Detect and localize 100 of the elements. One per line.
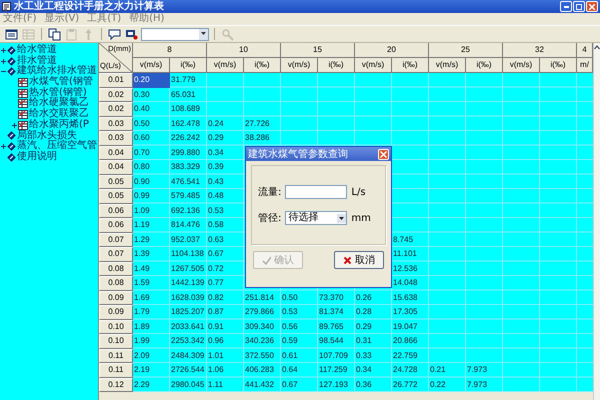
row-header: 0.01 xyxy=(99,73,133,88)
table-cell-text: 24.728 xyxy=(392,364,418,376)
table-cell-text: 0.90 xyxy=(133,176,151,188)
table-cell-text: 0.59 xyxy=(281,335,299,347)
view-button[interactable] xyxy=(4,26,19,42)
column-header: v(m/s) xyxy=(281,58,318,73)
table-cell-text: 0.50 xyxy=(281,292,299,304)
table-cell-text: 1.79 xyxy=(133,306,151,318)
expand-icon[interactable] xyxy=(11,122,18,129)
minimize-button[interactable] xyxy=(560,1,572,12)
vertical-scrollbar[interactable] xyxy=(593,43,600,400)
tree-item[interactable]: 给水聚丙烯(P xyxy=(29,120,89,131)
table-cell-text: 0.31 xyxy=(355,335,373,347)
table-cell-text: 8.745 xyxy=(392,234,414,246)
table-cell-text: 0.36 xyxy=(355,378,373,390)
expand-icon[interactable] xyxy=(0,58,7,65)
row-header: 0.08 xyxy=(99,262,133,276)
table-cell-text: 0.99 xyxy=(133,190,151,202)
table-cell-text: 117.259 xyxy=(318,364,348,376)
copy-button[interactable] xyxy=(47,26,62,42)
row-header: 0.04 xyxy=(99,146,133,160)
expand-icon[interactable] xyxy=(0,143,7,150)
table-cell-text: 0.56 xyxy=(281,320,299,332)
column-header: i(‰) xyxy=(392,58,429,73)
table-cell-text: 0.26 xyxy=(355,292,373,304)
table-cell-text: 0.80 xyxy=(133,161,151,173)
table-cell-text: 279.866 xyxy=(244,306,275,318)
table-cell-text: 299.880 xyxy=(170,146,201,158)
search-icon xyxy=(221,28,234,40)
row-header: 0.09 xyxy=(99,290,133,305)
table-cell-text: 0.67 xyxy=(207,248,225,260)
table-cell-text: 579.485 xyxy=(170,190,201,202)
table-cell-text: 0.30 xyxy=(133,88,151,100)
row-header: 0.03 xyxy=(99,116,133,131)
row-header: 0.02 xyxy=(99,102,133,116)
cancel-button[interactable]: 取消 xyxy=(334,251,384,269)
tree-item[interactable]: 使用说明 xyxy=(17,152,57,163)
book-icon xyxy=(7,152,16,162)
tree-item[interactable]: 水煤气管(钢管 xyxy=(29,77,93,88)
tree-item[interactable]: 蒸汽、压缩空气管 xyxy=(17,141,97,152)
book-icon xyxy=(7,46,16,55)
column-header: 20 xyxy=(355,43,429,58)
input-field[interactable] xyxy=(285,185,348,199)
column-header: i(‰) xyxy=(170,58,207,73)
column-header: 25 xyxy=(429,43,503,58)
row-header: 0.12 xyxy=(99,378,133,392)
copy-icon xyxy=(48,28,61,40)
table-cell-text: 7.973 xyxy=(466,364,488,376)
column-header: 10 xyxy=(207,43,281,58)
column-header: v(m/s) xyxy=(503,58,540,73)
table-cell-text: 0.34 xyxy=(355,364,373,376)
close-button[interactable] xyxy=(586,1,598,12)
table-cell-text: 0.77 xyxy=(207,277,225,289)
app-icon xyxy=(2,2,11,11)
table-cell-text: 0.21 xyxy=(429,364,447,376)
table-cell-text: 0.67 xyxy=(281,378,299,390)
table-cell-text: 0.33 xyxy=(355,350,373,362)
table-cell-text: 107.709 xyxy=(318,350,349,362)
table-cell-text: 0.53 xyxy=(207,204,225,216)
table-cell-text: 2726.544 xyxy=(170,364,206,376)
check-icon xyxy=(262,256,271,264)
table-cell-text: 0.28 xyxy=(355,306,373,318)
table-cell-text: 0.70 xyxy=(133,146,151,158)
expand-icon[interactable] xyxy=(0,46,7,54)
menu-item[interactable]: 显示(V) xyxy=(44,13,80,25)
table-cell-text: 441.432 xyxy=(244,378,275,390)
tree-item[interactable]: 给水硬聚氯乙 xyxy=(29,98,89,110)
field-label: 流量: xyxy=(258,186,282,199)
table-cell-text: 1.89 xyxy=(133,320,151,332)
tree-item[interactable]: 建筑给水排水管道 xyxy=(17,66,97,78)
row-header: 0.05 xyxy=(99,174,133,189)
window-icon xyxy=(5,28,18,40)
table-cell-text: 1.69 xyxy=(133,292,151,304)
tree-item[interactable]: 给水管道 xyxy=(17,45,57,56)
table-cell-text: 0.96 xyxy=(207,335,225,347)
table-cell-text: 0.34 xyxy=(207,146,225,158)
table-cell-text: 108.689 xyxy=(170,103,201,115)
monitor-icon xyxy=(125,28,138,40)
close-button[interactable] xyxy=(378,148,389,160)
maximize-button[interactable] xyxy=(573,1,585,12)
tree-item[interactable]: 给水交联聚乙 xyxy=(29,109,89,120)
menu-item[interactable]: 帮助(H) xyxy=(129,13,164,25)
grid-icon xyxy=(22,28,35,40)
dropdown[interactable]: 待选择 xyxy=(285,211,348,225)
row-header: 0.10 xyxy=(99,334,133,348)
table-cell-text: 26.772 xyxy=(392,378,418,390)
speech-bubble-button[interactable] xyxy=(107,26,122,42)
table-cell-text: 20.866 xyxy=(392,335,418,347)
table-cell-text: 476.541 xyxy=(170,176,201,188)
menu-item[interactable]: 文件(F) xyxy=(3,13,37,25)
menu-item[interactable]: 工具(T) xyxy=(87,13,122,25)
tree-item[interactable]: 热水管(钢管) xyxy=(29,88,87,98)
column-header: 8 xyxy=(133,43,207,58)
table-cell-text: 1.49 xyxy=(133,262,151,274)
table-cell-text: 17.305 xyxy=(392,306,418,318)
table-cell-text: 340.236 xyxy=(244,335,275,347)
table-cell-text: 2484.309 xyxy=(170,350,206,362)
minimize-icon xyxy=(564,6,568,8)
table-cell-text: 383.329 xyxy=(170,161,201,173)
table-cell-text: 0.48 xyxy=(207,190,225,202)
